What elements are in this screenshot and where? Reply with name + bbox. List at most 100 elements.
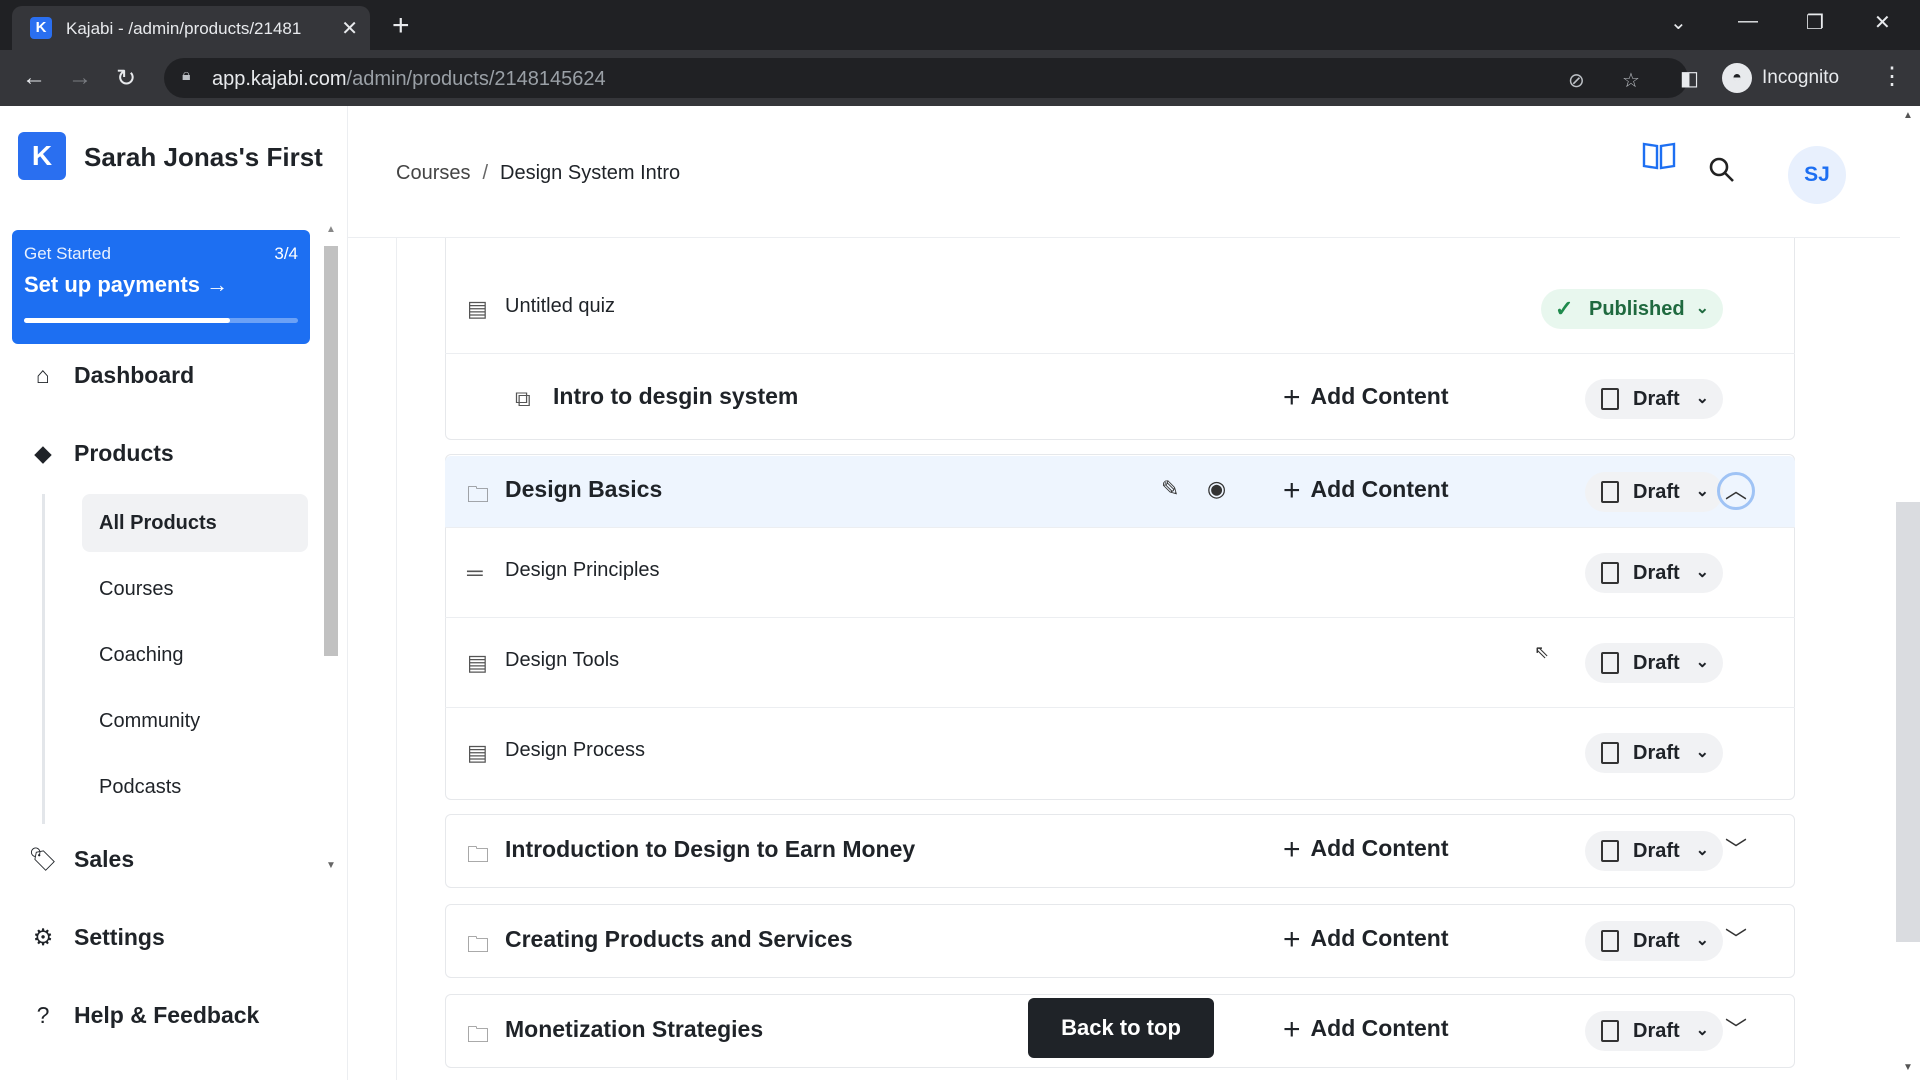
search-icon[interactable] (1708, 156, 1736, 184)
get-started-title: Set up payments → (24, 272, 229, 297)
new-tab-icon[interactable]: + (392, 9, 410, 43)
module-design-basics[interactable]: 🗀︎ Design Basics ✎ ◉ + Add Content Draft ⌄… (445, 456, 1795, 528)
status-dropdown-draft[interactable]: Draft ⌄ (1585, 921, 1723, 961)
tab-search-chevron-icon[interactable]: ⌄ (1670, 10, 1687, 35)
back-to-top-button[interactable]: Back to top (1028, 998, 1214, 1058)
module-title: Design Basics (505, 476, 663, 502)
eye-off-icon[interactable]: ⊘ (1568, 68, 1585, 93)
module-title: Introduction to Design to Earn Money (505, 836, 916, 862)
document-icon (1601, 930, 1619, 952)
get-started-progress (24, 318, 298, 323)
get-started-card[interactable]: Get Started 3/4 Set up payments → (12, 230, 310, 344)
status-dropdown-draft[interactable]: Draft ⌄ (1585, 553, 1723, 593)
plus-icon: + (1283, 833, 1301, 866)
plus-icon: + (1283, 923, 1301, 956)
chevron-down-icon: ⌄ (1695, 842, 1709, 859)
subnav-coaching[interactable]: Coaching (82, 626, 308, 684)
status-dropdown-draft[interactable]: Draft ⌄ (1585, 733, 1723, 773)
window-close-icon[interactable]: ✕ (1874, 10, 1891, 35)
row-label: Design Principles (505, 559, 660, 581)
expand-chevron-down-icon[interactable]: ﹀ (1717, 1011, 1755, 1049)
row-label: Design Process (505, 739, 646, 761)
main-scrollbar-thumb[interactable] (1896, 502, 1920, 942)
avatar[interactable]: SJ (1788, 146, 1846, 204)
browser-menu-icon[interactable]: ⋮ (1880, 62, 1904, 91)
lesson-icon: ▤ (467, 650, 488, 675)
chevron-down-icon: ⌄ (1695, 300, 1709, 317)
module-intro-earn-money[interactable]: 🗀︎ Introduction to Design to Earn Money … (445, 816, 1795, 886)
chevron-down-icon: ⌄ (1695, 390, 1709, 407)
pencil-icon[interactable]: ✎ (1161, 476, 1179, 502)
status-dropdown-draft[interactable]: Draft ⌄ (1585, 472, 1723, 512)
module-creating-products[interactable]: 🗀︎ Creating Products and Services + Add C… (445, 906, 1795, 976)
add-content-button[interactable]: + Add Content (1283, 474, 1449, 508)
address-bar[interactable]: 🔒︎ app.kajabi.com/admin/products/2148145… (164, 58, 1688, 98)
expand-chevron-down-icon[interactable]: ﹀ (1717, 921, 1755, 959)
forward-arrow-icon[interactable]: → (68, 64, 92, 92)
list-item-intro-submodule[interactable]: ⧉ Intro to desgin system + Add Content Dr… (445, 354, 1795, 444)
top-bar: Courses / Design System Intro SJ (348, 106, 1900, 238)
sidebar-scrollbar[interactable]: ▲ ▼ (324, 224, 338, 874)
chevron-down-icon: ⌄ (1695, 1022, 1709, 1039)
restore-icon[interactable]: ❐ (1806, 10, 1824, 35)
add-content-button[interactable]: + Add Content (1283, 833, 1449, 867)
plus-icon: + (1283, 381, 1301, 414)
plus-icon: + (1283, 1013, 1301, 1046)
expand-chevron-down-icon[interactable]: ﹀ (1717, 831, 1755, 869)
subnav-courses[interactable]: Courses (82, 560, 308, 618)
status-dropdown-published[interactable]: ✓ Published ⌄ (1541, 289, 1723, 329)
nav-products[interactable]: ◆ Products (28, 440, 174, 467)
main-scrollbar[interactable]: ▲ ▼ (1896, 106, 1920, 1080)
lesson-icon: ▤ (467, 740, 488, 765)
browser-tab[interactable]: K Kajabi - /admin/products/21481 ✕ (12, 6, 370, 50)
status-dropdown-draft[interactable]: Draft ⌄ (1585, 643, 1723, 683)
collapse-chevron-up-icon[interactable]: ︿ (1717, 472, 1755, 510)
add-content-button[interactable]: + Add Content (1283, 381, 1449, 415)
quiz-icon: ▤ (467, 296, 488, 321)
status-dropdown-draft[interactable]: Draft ⌄ (1585, 379, 1723, 419)
reload-icon[interactable]: ↻ (116, 64, 136, 93)
list-item-design-tools[interactable]: ▤ Design Tools Draft ⌄ (445, 618, 1795, 708)
tab-close-icon[interactable]: ✕ (341, 16, 358, 41)
incognito-profile[interactable]: ◓ Incognito (1722, 58, 1839, 98)
add-content-button[interactable]: + Add Content (1283, 923, 1449, 957)
nav-dashboard[interactable]: ⌂ Dashboard (28, 362, 194, 389)
status-dropdown-draft[interactable]: Draft ⌄ (1585, 1011, 1723, 1051)
sidebar-scrollbar-thumb[interactable] (324, 246, 338, 656)
document-icon (1601, 742, 1619, 764)
subnav-podcasts[interactable]: Podcasts (82, 758, 308, 816)
subnav-community[interactable]: Community (82, 692, 308, 750)
breadcrumb-courses[interactable]: Courses (396, 162, 470, 184)
subnav-all-products[interactable]: All Products (82, 494, 308, 552)
eye-icon[interactable]: ◉ (1207, 476, 1226, 502)
side-panel-icon[interactable]: ◧ (1680, 66, 1699, 91)
url-text[interactable]: app.kajabi.com/admin/products/2148145624 (212, 68, 606, 91)
status-dropdown-draft[interactable]: Draft ⌄ (1585, 831, 1723, 871)
nav-sales[interactable]: 🏷︎ Sales (28, 846, 134, 873)
minimize-icon[interactable]: — (1738, 10, 1758, 33)
bookmark-star-icon[interactable]: ☆ (1622, 68, 1640, 93)
add-content-button[interactable]: + Add Content (1283, 1013, 1449, 1047)
chevron-down-icon: ⌄ (1695, 744, 1709, 761)
drag-handle-icon: ═ (467, 560, 483, 585)
list-item-untitled-quiz[interactable]: ▤ Untitled quiz ✓ Published ⌄ (445, 264, 1795, 354)
kajabi-logo-icon: K (18, 132, 66, 180)
document-icon (1601, 388, 1619, 410)
get-started-kicker: Get Started (24, 244, 111, 263)
nav-help[interactable]: ? Help & Feedback (28, 1002, 260, 1029)
chevron-down-icon: ⌄ (1695, 654, 1709, 671)
book-icon[interactable] (1642, 140, 1676, 177)
chevron-down-icon: ⌄ (1695, 932, 1709, 949)
check-icon: ✓ (1555, 296, 1574, 321)
list-item-design-process[interactable]: ▤ Design Process Draft ⌄ (445, 708, 1795, 798)
nav-settings[interactable]: ⚙ Settings (28, 924, 165, 951)
list-item-design-principles[interactable]: ═ Design Principles Draft ⌄ (445, 528, 1795, 618)
subnav-divider (42, 494, 45, 824)
tag-icon: 🏷︎ (28, 846, 58, 872)
incognito-label: Incognito (1762, 67, 1840, 88)
document-icon (1601, 1020, 1619, 1042)
chevron-down-icon: ⌄ (1695, 564, 1709, 581)
back-arrow-icon[interactable]: ← (22, 64, 46, 92)
document-icon (1601, 840, 1619, 862)
document-icon (1601, 562, 1619, 584)
